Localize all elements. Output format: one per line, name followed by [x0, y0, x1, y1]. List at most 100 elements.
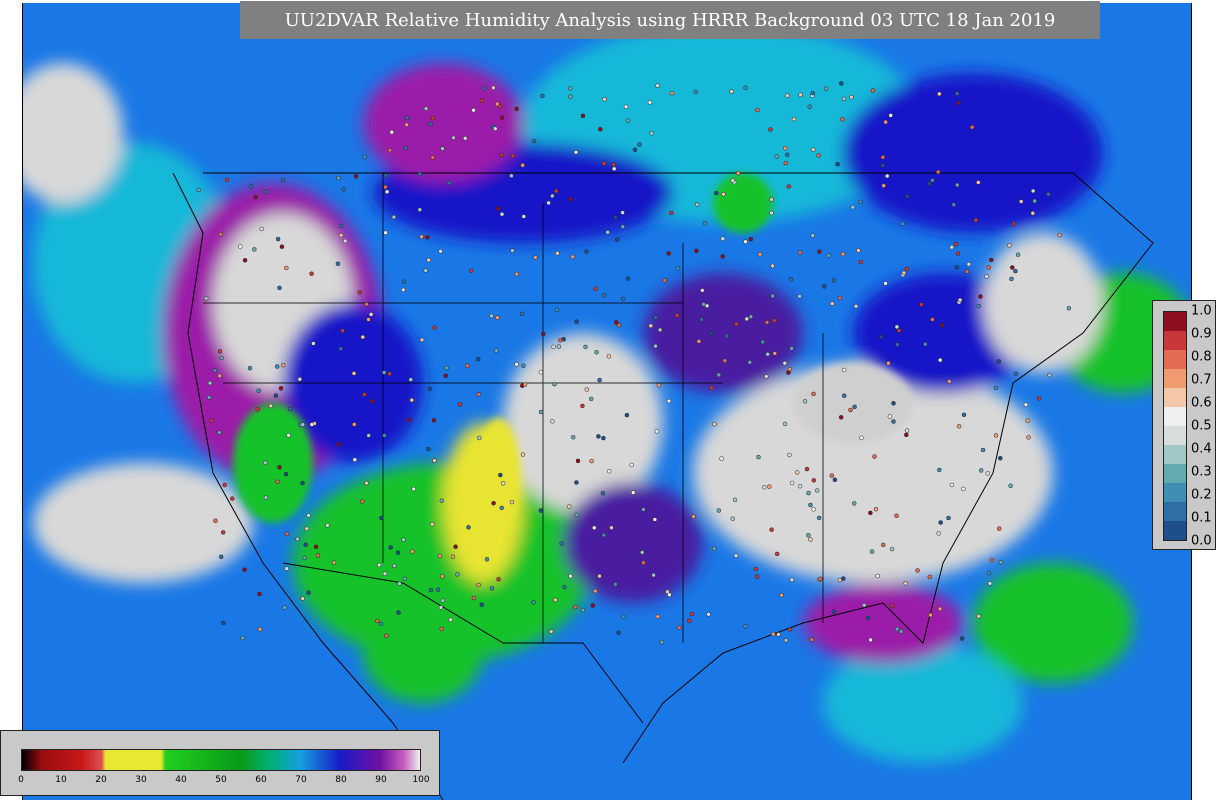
station-marker [426, 446, 431, 452]
rh-colorbar-gradient [21, 749, 421, 771]
station-marker [998, 455, 1003, 461]
station-marker [761, 484, 767, 490]
station-marker [712, 421, 717, 427]
station-marker [336, 175, 341, 181]
station-marker [341, 187, 346, 192]
station-marker [654, 429, 660, 434]
station-marker [593, 286, 598, 292]
station-marker [584, 249, 589, 254]
station-marker [601, 435, 606, 441]
station-marker [1007, 243, 1012, 248]
station-marker [429, 522, 435, 527]
station-marker [340, 328, 345, 333]
station-marker [468, 268, 474, 273]
station-marker [823, 86, 829, 91]
station-marker [765, 352, 770, 357]
station-marker [209, 418, 214, 423]
station-marker [949, 244, 955, 250]
station-marker [620, 296, 626, 302]
station-marker [841, 367, 847, 373]
station-marker [455, 572, 460, 577]
station-marker [930, 317, 935, 322]
station-marker [829, 473, 835, 478]
station-marker [477, 435, 482, 441]
station-marker [255, 407, 260, 412]
station-marker [903, 581, 908, 586]
station-marker [222, 482, 227, 488]
station-marker [858, 259, 864, 265]
station-marker [248, 184, 254, 189]
station-marker [489, 313, 494, 319]
station-marker [443, 373, 448, 379]
station-marker [810, 90, 815, 96]
station-marker [976, 614, 982, 619]
gulf-cyan-area [823, 643, 1023, 763]
station-marker [338, 346, 344, 351]
station-marker [313, 544, 319, 550]
station-marker [1030, 210, 1036, 216]
station-marker [277, 285, 282, 291]
station-marker [514, 271, 520, 277]
station-marker [376, 562, 382, 568]
station-marker [783, 638, 789, 643]
station-marker [498, 472, 503, 478]
station-marker [1032, 198, 1037, 204]
station-marker [730, 516, 735, 521]
rh-tick-label: 90 [375, 775, 387, 785]
station-marker [964, 269, 970, 274]
station-marker [797, 483, 803, 489]
lake-superior-green-patch [713, 173, 773, 233]
station-marker [217, 349, 223, 354]
rh-tick-label: 0 [18, 775, 24, 785]
station-marker [1008, 483, 1013, 489]
station-marker [675, 266, 681, 271]
station-marker [865, 615, 871, 621]
station-marker [894, 513, 899, 519]
station-marker [238, 244, 243, 249]
station-marker [417, 207, 423, 212]
station-marker [457, 402, 463, 407]
rh-tick-label: 40 [175, 775, 187, 785]
station-marker [694, 202, 700, 207]
station-marker [978, 468, 984, 473]
station-marker [611, 162, 617, 167]
station-marker [600, 490, 606, 496]
station-marker [253, 195, 258, 200]
obs-tick-label: 0.8 [1191, 349, 1212, 365]
station-marker [440, 574, 445, 579]
station-marker [700, 288, 705, 293]
station-marker [567, 504, 572, 509]
station-marker [883, 119, 888, 125]
station-marker [384, 633, 389, 638]
station-marker [284, 566, 289, 571]
station-marker [889, 546, 895, 552]
station-marker [835, 161, 840, 167]
station-marker [550, 193, 555, 199]
station-marker [769, 210, 774, 216]
station-marker [689, 611, 695, 617]
station-marker [831, 609, 837, 614]
obs-tick-label: 0.1 [1191, 510, 1212, 526]
station-marker [257, 626, 263, 632]
station-marker [602, 97, 607, 102]
station-marker [280, 177, 286, 183]
station-marker [1030, 188, 1036, 194]
station-marker [364, 480, 369, 486]
station-marker [786, 184, 792, 189]
station-marker [403, 145, 408, 151]
station-marker [757, 252, 763, 257]
station-marker [996, 359, 1001, 364]
station-marker [568, 573, 573, 579]
station-marker [499, 152, 505, 158]
station-marker [378, 621, 384, 627]
station-marker [794, 470, 800, 475]
station-marker [286, 433, 291, 438]
station-marker [580, 403, 585, 409]
station-marker [629, 462, 634, 468]
station-marker [221, 620, 226, 626]
station-marker [338, 232, 344, 238]
station-marker [496, 577, 501, 582]
station-marker [875, 573, 880, 579]
station-marker [297, 376, 303, 382]
station-marker [779, 592, 784, 598]
